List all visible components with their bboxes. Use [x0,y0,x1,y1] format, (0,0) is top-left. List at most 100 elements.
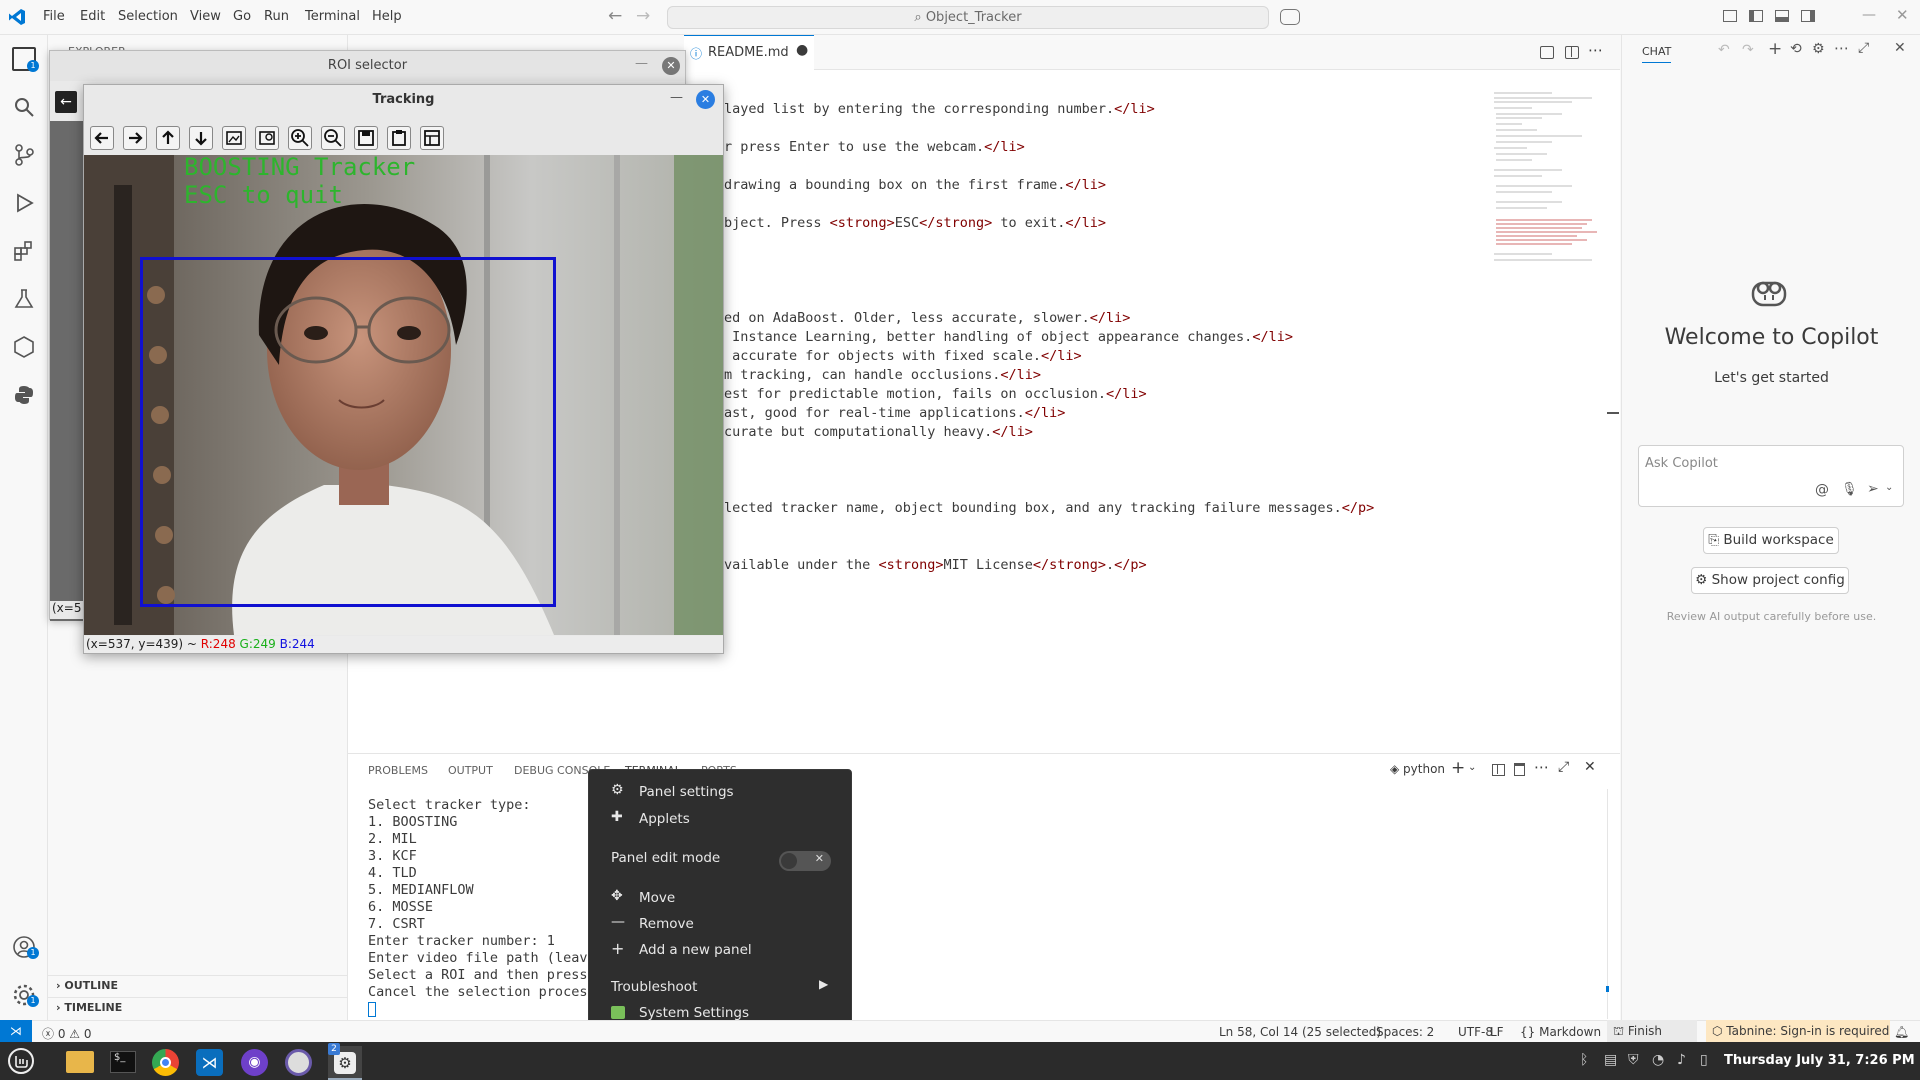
toggle-secondary-sidebar-icon[interactable] [1801,10,1815,22]
close-tracking-icon[interactable]: ✕ [696,90,715,109]
panel-edit-mode-toggle[interactable]: ✕ [779,851,831,871]
line-ending[interactable]: LF [1490,1025,1504,1039]
menu-terminal[interactable]: Terminal [305,9,360,24]
copy-icon[interactable] [387,126,411,150]
tab-readme[interactable]: ⓘ README.md ● [684,35,814,70]
cursor-position[interactable]: Ln 58, Col 14 (25 selected) [1219,1025,1381,1039]
problems-status[interactable]: ⓧ 0 ⚠ 0 [42,1025,92,1042]
tracking-video-frame[interactable]: BOOSTING Tracker ESC to quit [84,155,723,635]
outline-section[interactable]: › OUTLINE [56,979,118,992]
menu-system-settings[interactable]: System Settings [639,1005,749,1021]
search-icon[interactable] [12,95,36,119]
split-terminal-icon[interactable] [1492,764,1505,776]
github-desktop-icon[interactable]: ◉ [241,1049,268,1076]
sound-icon[interactable]: ♪ [1677,1052,1686,1068]
terminal-shell-selector[interactable]: ◈ python [1390,762,1445,776]
encoding[interactable]: UTF-8 [1458,1025,1493,1039]
open-preview-icon[interactable] [1540,46,1554,59]
toggle-panel-icon[interactable] [1775,10,1789,22]
properties-icon[interactable] [420,126,444,150]
minimap[interactable] [1492,90,1604,265]
menu-move[interactable]: Move [639,890,675,906]
zoom-out-icon[interactable] [321,126,345,150]
menu-remove[interactable]: Remove [639,916,694,932]
pan-right-icon[interactable] [123,126,147,150]
more-actions-icon[interactable]: ⋯ [1588,41,1603,59]
source-control-icon[interactable] [12,143,36,167]
back-arrow-icon[interactable]: ← [608,6,622,26]
network-icon[interactable]: ◔ [1652,1052,1664,1068]
maximize-icon[interactable]: ⤢ [1858,40,1869,56]
menu-edit[interactable]: Edit [80,9,105,24]
testing-flask-icon[interactable] [12,287,36,311]
menu-add-new-panel[interactable]: Add a new panel [639,942,752,958]
language-mode[interactable]: {} Markdown [1520,1025,1601,1039]
menu-applets[interactable]: Applets [639,811,690,827]
menu-selection[interactable]: Selection [118,9,178,24]
menu-run[interactable]: Run [264,9,289,24]
extensions-icon[interactable] [12,239,36,263]
more-icon[interactable]: ⋯ [1534,758,1549,776]
menu-help[interactable]: Help [372,9,402,24]
zoom-in-icon[interactable] [288,126,312,150]
more-icon[interactable]: ⋯ [1834,39,1849,57]
close-panel-icon[interactable]: ✕ [1584,759,1596,775]
pan-up-icon[interactable] [156,126,180,150]
chevron-down-icon[interactable]: ⌄ [1468,762,1476,773]
menu-troubleshoot[interactable]: Troubleshoot [611,979,697,995]
send-icon[interactable]: ➢ [1867,481,1879,497]
roi-back-arrow-icon[interactable]: ← [55,91,77,113]
menu-go[interactable]: Go [233,9,251,24]
remote-explorer-icon[interactable] [12,335,36,359]
chat-input[interactable]: Ask Copilot @ 🎙︎ ➢ ⌄ [1638,445,1904,507]
close-roi-icon[interactable]: ✕ [662,57,680,75]
obs-camera-icon[interactable] [285,1049,312,1076]
pan-down-icon[interactable] [189,126,213,150]
menu-file[interactable]: File [43,9,65,24]
minimize-window-icon[interactable]: — [1862,7,1876,23]
copilot-icon[interactable] [1280,9,1300,25]
vscode-taskbar-icon[interactable]: ⋊ [196,1049,223,1076]
notifications-icon[interactable]: ▯ [1700,1052,1708,1068]
customize-layout-icon[interactable] [1723,10,1737,22]
close-chat-icon[interactable]: ✕ [1894,40,1906,56]
tracking-window[interactable]: Tracking — ✕ BOOSTING Tracker ESC to qui… [83,84,724,654]
bluetooth-icon[interactable]: ᛒ [1580,1052,1588,1068]
shield-icon[interactable]: ⛨ [1628,1052,1639,1068]
notifications-bell-icon[interactable]: 🔔︎ [1894,1025,1909,1039]
python-icon[interactable] [12,383,36,407]
minimize-icon[interactable]: — [635,56,648,71]
unsaved-dot-icon[interactable]: ● [796,42,808,58]
menu-view[interactable]: View [190,9,221,24]
split-editor-icon[interactable] [1565,46,1579,59]
timeline-section[interactable]: › TIMELINE [56,1001,122,1014]
indentation[interactable]: Spaces: 2 [1376,1025,1434,1039]
zoom-reset-icon[interactable] [222,126,246,150]
tab-output[interactable]: OUTPUT [448,764,493,777]
save-icon[interactable] [354,126,378,150]
remote-indicator-icon[interactable]: ⋊ [0,1020,32,1042]
linux-mint-menu-icon[interactable] [8,1048,34,1074]
new-terminal-plus-icon[interactable]: + [1451,758,1465,778]
redo-icon[interactable]: ↷ [1742,42,1754,58]
tab-problems[interactable]: PROBLEMS [368,764,428,777]
settings-gear-icon[interactable]: ⚙ [1812,41,1825,57]
finish-setup-button[interactable]: ⛫ Finish Setup [1607,1020,1697,1060]
tabnine-status[interactable]: ⬡ Tabnine: Sign-in is required [1706,1020,1890,1042]
zoom-fit-icon[interactable] [255,126,279,150]
chrome-icon[interactable] [152,1049,179,1076]
show-project-config-button[interactable]: ⚙ Show project config [1691,567,1849,594]
terminal-app-icon[interactable]: $_ [110,1051,136,1073]
chat-title[interactable]: CHAT [1642,45,1672,63]
files-folder-icon[interactable] [66,1051,94,1073]
microphone-icon[interactable]: 🎙︎ [1841,482,1858,497]
build-workspace-button[interactable]: ⎘ Build workspace [1703,527,1839,554]
new-chat-plus-icon[interactable]: + [1768,39,1782,59]
clipboard-icon[interactable]: ▤ [1604,1052,1617,1068]
maximize-panel-icon[interactable]: ⤢ [1558,759,1569,775]
chevron-down-icon[interactable]: ⌄ [1885,482,1893,493]
close-window-icon[interactable]: ✕ [1896,6,1909,24]
command-center-search[interactable]: ⌕ Object_Tracker [667,6,1269,29]
toggle-sidebar-icon[interactable] [1749,10,1763,22]
run-debug-icon[interactable] [12,191,36,215]
